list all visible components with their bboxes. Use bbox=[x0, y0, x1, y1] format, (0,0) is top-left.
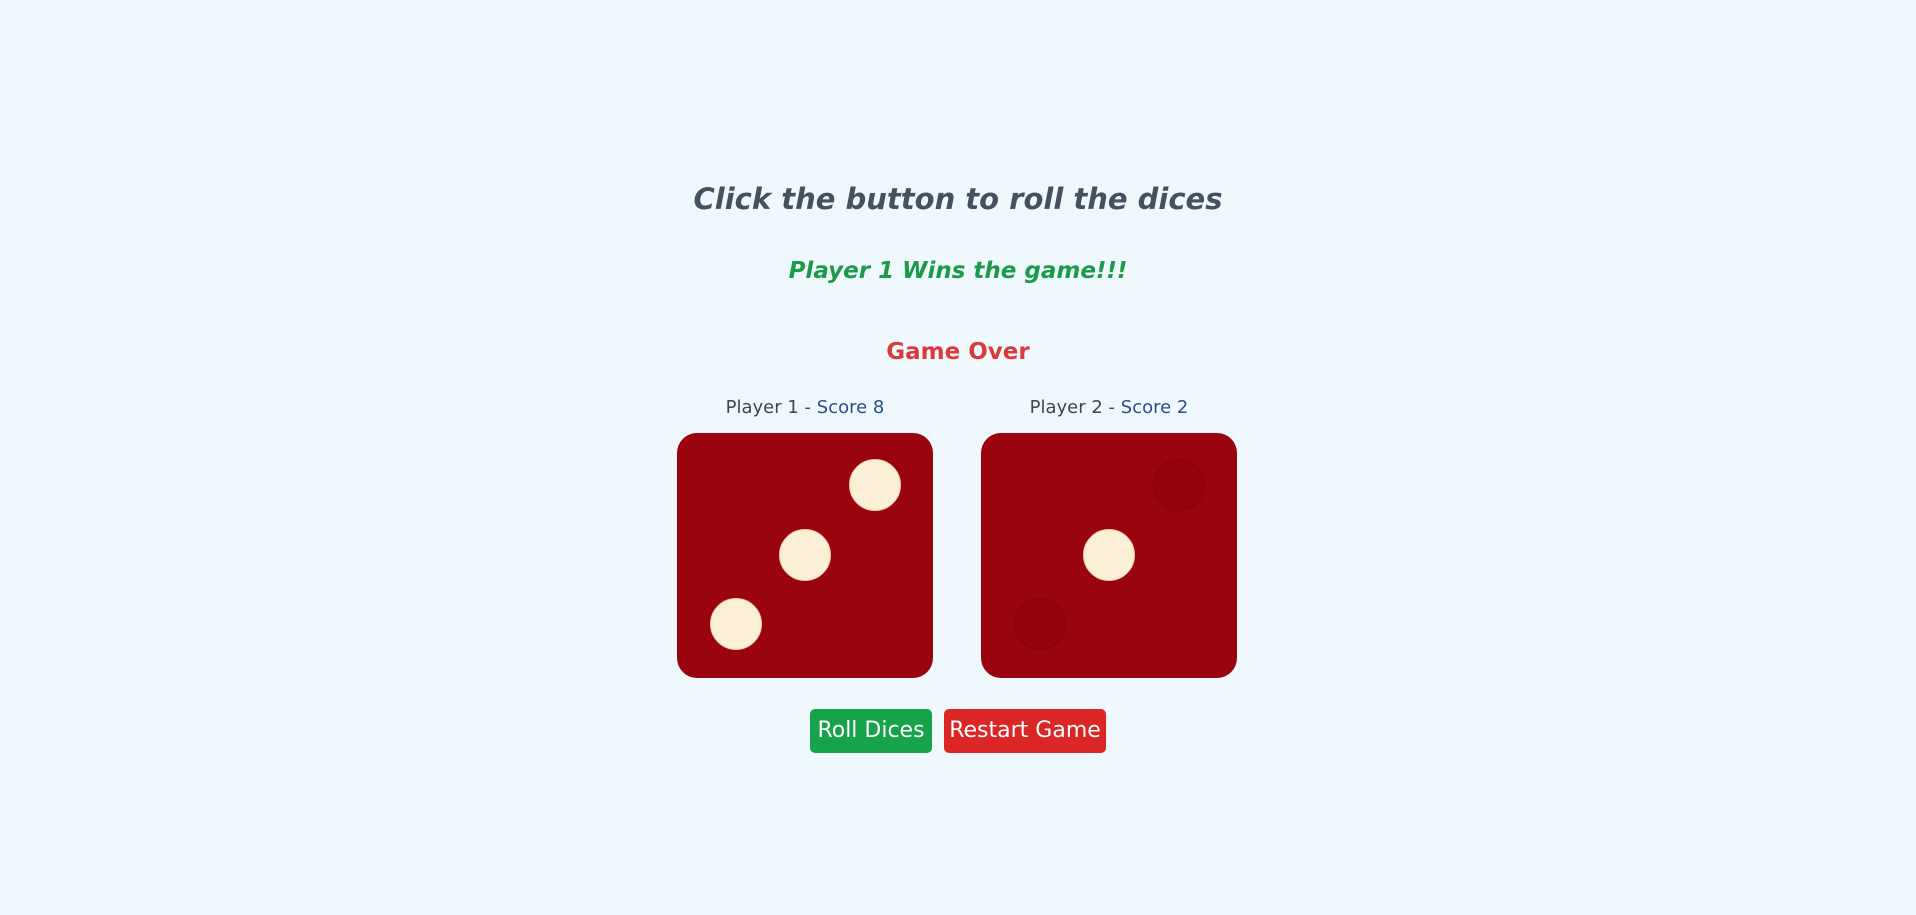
die-pip bbox=[710, 598, 762, 650]
player-2-score: Score 2 bbox=[1120, 397, 1189, 418]
winner-message: Player 1 Wins the game!!! bbox=[788, 258, 1128, 284]
roll-dices-button[interactable]: Roll Dices bbox=[810, 709, 932, 753]
player-1-score: Score 8 bbox=[816, 397, 885, 418]
player-2-separator: - bbox=[1102, 397, 1121, 418]
player-1-separator: - bbox=[798, 397, 817, 418]
die-pip bbox=[1083, 529, 1135, 581]
player-2-name: Player 2 bbox=[1029, 397, 1103, 418]
player-2-die bbox=[981, 433, 1237, 678]
player-1-die bbox=[677, 433, 933, 678]
player-2-panel: Player 2 - Score 2 bbox=[981, 394, 1237, 678]
player-1-name: Player 1 bbox=[725, 397, 799, 418]
die-pip bbox=[779, 529, 831, 581]
player-2-label: Player 2 - Score 2 bbox=[981, 394, 1237, 422]
dice-game-app: Click the button to roll the dices Playe… bbox=[0, 0, 1916, 915]
game-over-status: Game Over bbox=[886, 339, 1030, 365]
die-pip-hidden bbox=[1153, 459, 1205, 511]
restart-game-button[interactable]: Restart Game bbox=[944, 709, 1106, 753]
player-1-panel: Player 1 - Score 8 bbox=[677, 394, 933, 678]
action-buttons: Roll Dices Restart Game bbox=[0, 709, 1916, 753]
player-1-label: Player 1 - Score 8 bbox=[677, 394, 933, 422]
die-pip bbox=[849, 459, 901, 511]
die-pip-hidden bbox=[1014, 598, 1066, 650]
instruction-heading: Click the button to roll the dices bbox=[693, 182, 1223, 216]
